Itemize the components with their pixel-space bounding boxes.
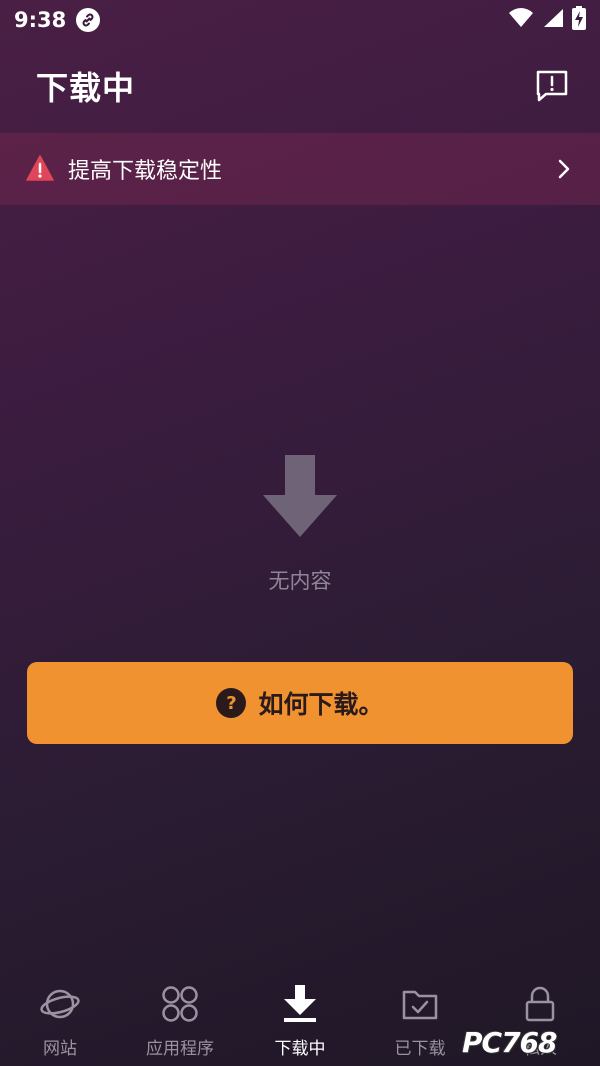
- apps-grid-icon: [160, 984, 200, 1024]
- status-right: [508, 6, 586, 34]
- help-icon: ?: [216, 688, 247, 718]
- feedback-icon: [536, 70, 568, 102]
- nav-item-downloading[interactable]: 下载中: [240, 966, 360, 1066]
- signal-icon: [542, 8, 564, 32]
- nav-label: 网站: [43, 1039, 77, 1059]
- link-icon: [76, 8, 101, 32]
- app-bar: 下载中: [0, 40, 600, 132]
- download-icon: [280, 984, 320, 1024]
- nav-item-websites[interactable]: 网站: [0, 966, 120, 1066]
- how-to-download-label: 如何下载。: [258, 690, 384, 719]
- nav-label: 应用程序: [146, 1039, 214, 1059]
- how-to-download-button[interactable]: ? 如何下载。: [27, 662, 573, 744]
- status-bar: 9:38: [0, 0, 600, 40]
- empty-state-text: 无内容: [268, 569, 332, 593]
- banner-text: 提高下载稳定性: [68, 159, 223, 184]
- nav-label: 已下载: [394, 1039, 446, 1059]
- status-time: 9:38: [14, 8, 67, 32]
- nav-item-apps[interactable]: 应用程序: [120, 966, 240, 1066]
- empty-state: 无内容: [0, 455, 600, 595]
- watermark-logo: PC768: [462, 1022, 598, 1062]
- page-title: 下载中: [36, 69, 136, 107]
- wifi-icon: [508, 8, 534, 32]
- lock-icon: [520, 984, 560, 1024]
- feedback-button[interactable]: [532, 66, 572, 106]
- stability-banner[interactable]: 提高下载稳定性: [0, 133, 600, 205]
- nav-label: 下载中: [274, 1039, 326, 1059]
- folder-check-icon: [400, 984, 440, 1024]
- planet-icon: [40, 984, 80, 1024]
- warning-icon: [26, 155, 54, 183]
- download-arrow-icon: [263, 455, 337, 537]
- chevron-right-icon: [554, 159, 574, 179]
- status-left: 9:38: [14, 8, 101, 32]
- battery-charging-icon: [572, 6, 586, 34]
- watermark-text: PC768: [462, 1025, 558, 1059]
